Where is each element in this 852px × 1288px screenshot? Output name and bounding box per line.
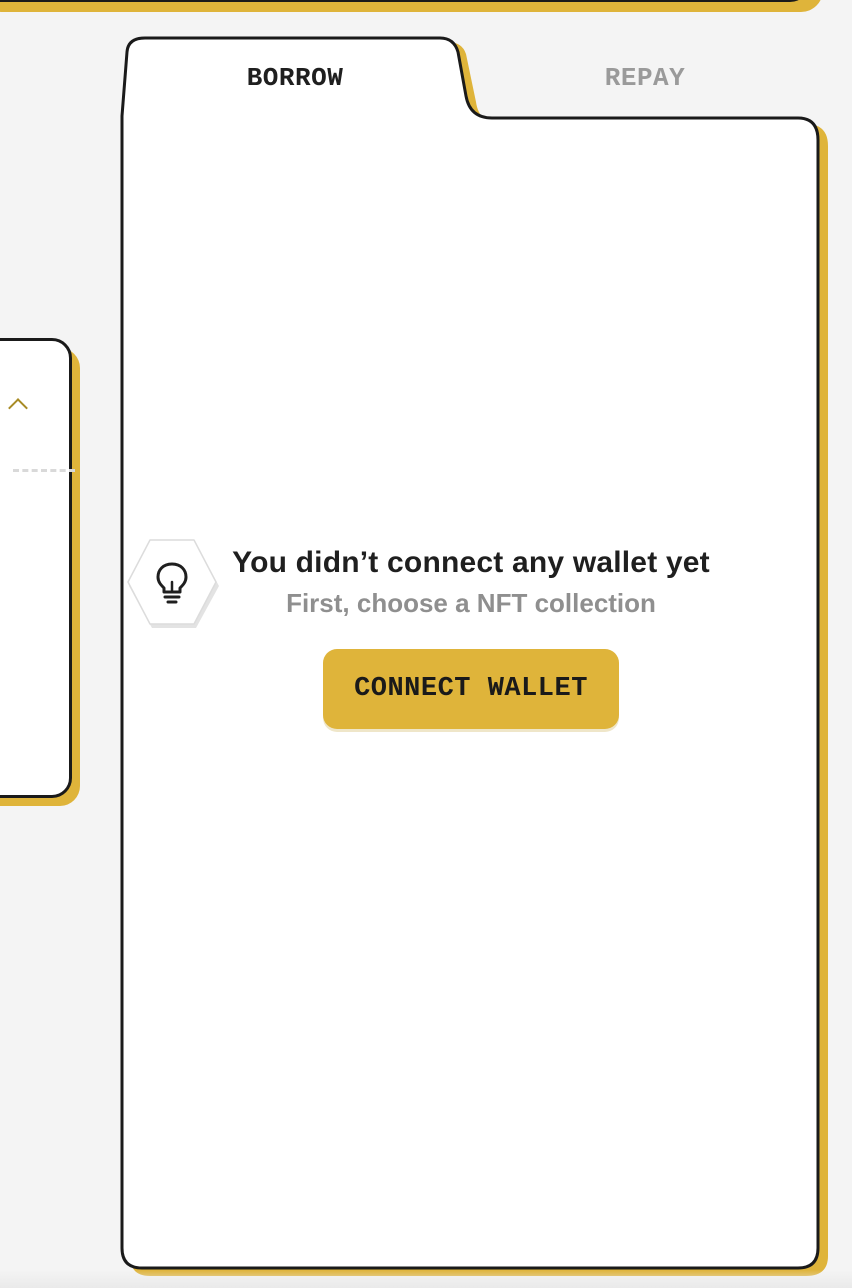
empty-state: You didn’t connect any wallet yet First,… [122, 530, 820, 729]
top-card [0, 0, 810, 2]
tab-repay[interactable]: REPAY [470, 58, 820, 98]
empty-state-subtitle: First, choose a NFT collection [286, 588, 656, 618]
tab-borrow[interactable]: BORROW [130, 58, 460, 98]
empty-state-title: You didn’t connect any wallet yet [232, 546, 710, 579]
connect-wallet-button[interactable]: CONNECT WALLET [323, 649, 619, 729]
chevron-up-icon[interactable] [8, 398, 28, 418]
left-card [0, 338, 75, 798]
lightbulb-icon [127, 539, 219, 628]
loan-panel: BORROW REPAY You didn’t connect any wall… [0, 0, 852, 1288]
bottom-fade [0, 1270, 852, 1288]
dashed-divider [13, 469, 75, 472]
